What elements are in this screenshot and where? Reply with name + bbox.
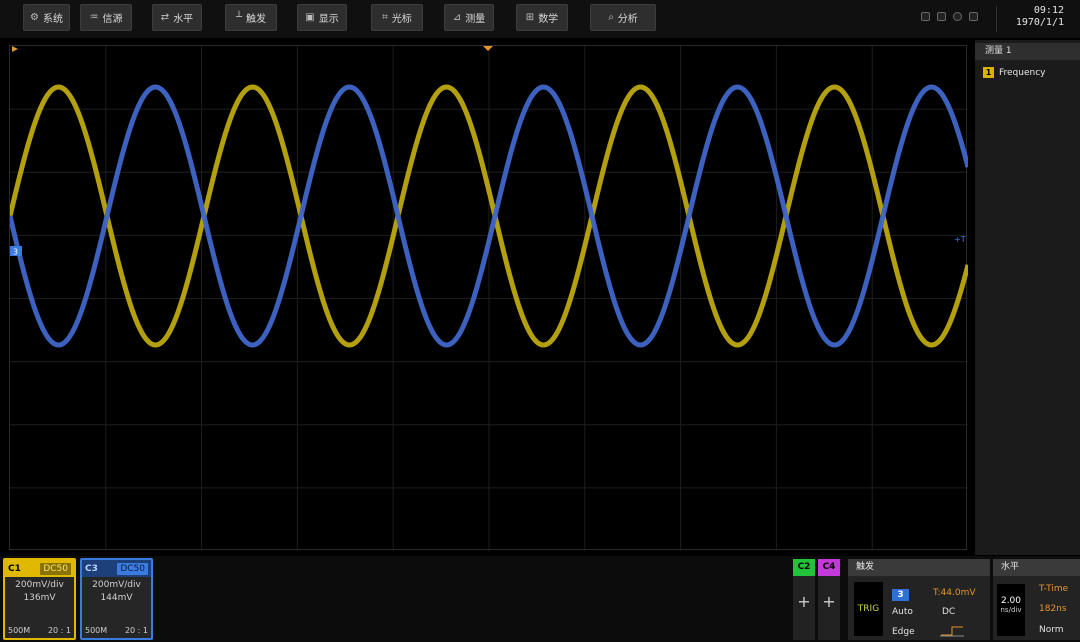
menu-button-8[interactable]: ⌕ 分析 <box>590 4 656 31</box>
channel-c1-ratio: 20 : 1 <box>47 626 71 635</box>
channel-c1-name: C1 <box>8 563 21 574</box>
channel-c1-header: C1 DC50 <box>5 560 74 577</box>
trigger-label: TRIG <box>854 582 883 636</box>
clock: 09:12 1970/1/1 <box>1016 5 1064 29</box>
channel-c3-offset: 144mV <box>100 593 133 603</box>
display-icon: ▣ <box>305 12 315 23</box>
usb-status-icon <box>921 12 930 21</box>
menu-button-6[interactable]: ⊿ 测量 <box>444 4 494 31</box>
menu-button-label: 系统 <box>42 14 63 25</box>
channel-c3-panel[interactable]: C3 DC50 200mV/div 144mV 500M 20 : 1 <box>80 558 153 640</box>
channel-c4-tag: C4 <box>818 559 840 576</box>
trigger-coupling: DC <box>942 607 956 617</box>
menu-button-4[interactable]: ▣ 显示 <box>297 4 347 31</box>
trigger-title: 触发 <box>848 559 990 576</box>
menu-button-0[interactable]: ⚙ 系统 <box>23 4 70 31</box>
channel-c1-panel[interactable]: C1 DC50 200mV/div 136mV 500M 20 : 1 <box>3 558 76 640</box>
math-icon: ⊞ <box>525 12 535 23</box>
trigger-position-marker-icon <box>483 46 493 51</box>
bottom-status-bar: C1 DC50 200mV/div 136mV 500M 20 : 1 C3 D… <box>0 556 1080 642</box>
horizontal-t-time-label: T-Time <box>1039 584 1069 594</box>
measurement-channel-badge: 1 <box>983 67 994 78</box>
storage-status-icon <box>937 12 946 21</box>
lock-status-icon <box>969 12 978 21</box>
channel-c2-add-button[interactable]: C2 + <box>793 559 815 640</box>
menu-button-label: 光标 <box>391 14 412 25</box>
waveform-display[interactable]: 3 +T <box>9 45 968 551</box>
trigger-level-marker-label: +T <box>954 235 966 244</box>
menu-button-7[interactable]: ⊞ 数学 <box>516 4 568 31</box>
menu-button-label: 分析 <box>617 14 638 25</box>
measurement-item-frequency[interactable]: 1 Frequency <box>983 67 1046 78</box>
channel-c3-coupling: DC50 <box>117 562 148 575</box>
top-menu-bar: ⚙ 系统 ♒ 信源 ⇄ 水平 ┴ 触发 ▣ 显示 ⌗ 光标 ⊿ 测量 ⊞ 数学 ⌕ 分析 09:12 1970/1… <box>0 0 1080 38</box>
channel-c1-scale: 200mV/div <box>15 580 64 590</box>
channel-c4-plus-icon: + <box>822 592 836 611</box>
trigger-source-badge: 3 <box>892 589 909 601</box>
menu-button-label: 数学 <box>538 14 559 25</box>
horizontal-title: 水平 <box>993 559 1080 576</box>
left-time-marker-icon <box>12 46 18 52</box>
menu-button-3[interactable]: ┴ 触发 <box>225 4 277 31</box>
signal-source-icon: ♒ <box>89 12 99 23</box>
channel-c3-name: C3 <box>85 563 98 574</box>
gear-icon: ⚙ <box>30 12 39 23</box>
cursor-icon: ⌗ <box>382 12 388 23</box>
channel-c3-bandwidth: 500M <box>85 626 108 635</box>
trigger-level: T:44.0mV <box>933 588 976 598</box>
measurement-panel: 测量 1 1 Frequency <box>975 40 1080 555</box>
menu-button-label: 显示 <box>318 14 339 25</box>
clock-date: 1970/1/1 <box>1015 17 1064 28</box>
trigger-mode: Auto <box>892 607 913 617</box>
channel-c3-header: C3 DC50 <box>82 560 151 577</box>
channel-c2-plus-icon: + <box>797 592 811 611</box>
clock-separator <box>996 6 997 32</box>
timebase-scale[interactable]: 2.00 ns/div <box>997 584 1025 636</box>
analysis-icon: ⌕ <box>608 12 614 23</box>
horizontal-panel[interactable]: 水平 2.00 ns/div T-Time 182ns Norm <box>993 559 1080 640</box>
timebase-unit: ns/div <box>1000 606 1022 614</box>
timebase-value: 2.00 <box>1000 596 1022 606</box>
channel-c4-add-button[interactable]: C4 + <box>818 559 840 640</box>
menu-button-label: 触发 <box>246 14 267 25</box>
channel-c1-coupling: DC50 <box>40 562 71 575</box>
channel-c1-bandwidth: 500M <box>8 626 31 635</box>
trigger-icon: ┴ <box>235 12 243 23</box>
horizontal-icon: ⇄ <box>160 12 170 23</box>
horizontal-mode: Norm <box>1039 625 1064 635</box>
channel-c1-offset: 136mV <box>23 593 56 603</box>
menu-button-5[interactable]: ⌗ 光标 <box>371 4 423 31</box>
measure-icon: ⊿ <box>452 12 462 23</box>
channel-c3-scale: 200mV/div <box>92 580 141 590</box>
horizontal-delay: 182ns <box>1039 604 1067 614</box>
rising-edge-icon <box>940 626 964 637</box>
trigger-type: Edge <box>892 627 915 637</box>
network-status-icon <box>953 12 962 21</box>
menu-button-1[interactable]: ♒ 信源 <box>80 4 132 31</box>
measurement-panel-title: 测量 1 <box>975 43 1080 60</box>
channel-3-offset-marker-label: 3 <box>13 248 18 257</box>
menu-button-label: 水平 <box>173 14 194 25</box>
channel-c3-ratio: 20 : 1 <box>124 626 148 635</box>
menu-button-label: 测量 <box>465 14 486 25</box>
channel-c2-tag: C2 <box>793 559 815 576</box>
clock-time: 09:12 <box>1033 5 1064 16</box>
menu-button-label: 信源 <box>102 14 123 25</box>
measurement-label: Frequency <box>999 67 1046 78</box>
trigger-panel[interactable]: 触发 TRIG 3 T:44.0mV Auto DC Edge <box>848 559 990 640</box>
menu-button-2[interactable]: ⇄ 水平 <box>152 4 202 31</box>
